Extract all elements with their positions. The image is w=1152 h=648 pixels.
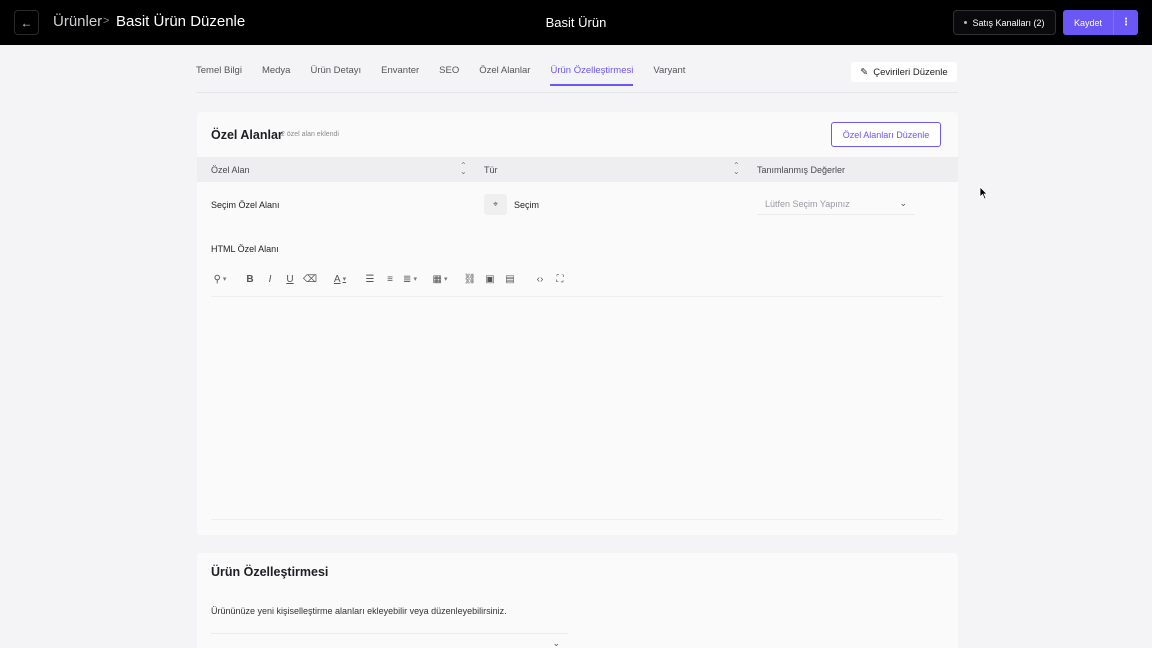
tab-varyant[interactable]: Varyant — [653, 64, 685, 86]
edit-translations-label: Çevirileri Düzenle — [873, 66, 948, 78]
image-icon[interactable]: ▣ — [481, 270, 499, 288]
save-label: Kaydet — [1073, 17, 1103, 28]
sales-channels-label: Satış Kanalları (2) — [972, 17, 1045, 28]
tab-temel-bilgi[interactable]: Temel Bilgi — [196, 64, 242, 86]
custom-fields-card: Özel Alanlar 2 özel alan eklendi Özel Al… — [197, 112, 958, 535]
vertical-dots-icon[interactable]: ⋮ — [1113, 10, 1138, 35]
field-name: Seçim Özel Alanı — [211, 200, 280, 210]
tab-urun-ozellestirmesi[interactable]: Ürün Özelleştirmesi — [550, 64, 633, 86]
html-editor-area[interactable] — [211, 296, 943, 520]
editor-toolbar: ⚲ ▾ B I U ⌫ A ▾ ☰ ≡ ≣ ▾ ▦ ▾ ⛓ ▣ ▤ ‹› ⛶ — [211, 268, 941, 290]
tab-bar: Temel Bilgi Medya Ürün Detayı Envanter S… — [196, 64, 705, 88]
customization-dropdown[interactable]: ⌄ — [211, 633, 568, 648]
customization-title: Ürün Özelleştirmesi — [211, 565, 329, 579]
custom-fields-title: Özel Alanlar — [211, 128, 283, 142]
tab-ozel-alanlar[interactable]: Özel Alanlar — [479, 64, 530, 86]
chevron-down-icon: ⌄ — [552, 638, 560, 648]
tab-urun-detayi[interactable]: Ürün Detayı — [310, 64, 361, 86]
cursor-click-icon: ⌖ — [484, 194, 507, 215]
link-icon[interactable]: ⛓ — [461, 270, 479, 288]
table-header: Özel Alan ⌃ ⌄ Tür ⌃ ⌄ Tanımlanmış Değerler — [197, 157, 958, 182]
magic-wand-icon[interactable]: ⚲ ▾ — [211, 270, 229, 288]
column-header-field[interactable]: Özel Alan — [211, 165, 250, 175]
dot-icon — [964, 21, 968, 24]
sort-icon[interactable]: ⌃ ⌄ — [733, 162, 740, 176]
field-type: Seçim — [514, 200, 540, 210]
pencil-icon: ✎ — [860, 66, 869, 78]
underline-icon[interactable]: U — [281, 270, 299, 288]
customization-card: Ürün Özelleştirmesi Ürününüze yeni kişis… — [197, 553, 958, 648]
mouse-cursor-icon — [979, 186, 988, 200]
tab-envanter[interactable]: Envanter — [381, 64, 419, 86]
eraser-icon[interactable]: ⌫ — [301, 270, 319, 288]
italic-icon[interactable]: I — [261, 270, 279, 288]
select-placeholder: Lütfen Seçim Yapınız — [765, 199, 850, 209]
table-icon[interactable]: ▦ ▾ — [431, 270, 449, 288]
video-icon[interactable]: ▤ — [501, 270, 519, 288]
custom-fields-subtitle: 2 özel alan eklendi — [281, 131, 339, 138]
divider — [196, 92, 958, 93]
code-icon[interactable]: ‹› — [531, 270, 549, 288]
fullscreen-icon[interactable]: ⛶ — [551, 270, 569, 288]
text-color-icon[interactable]: A ▾ — [331, 270, 349, 288]
numbered-list-icon[interactable]: ≡ — [381, 270, 399, 288]
column-header-type[interactable]: Tür — [484, 165, 498, 175]
select-field-dropdown[interactable]: Lütfen Seçim Yapınız ⌄ — [757, 193, 915, 215]
field-name: HTML Özel Alanı — [211, 244, 279, 254]
bullet-list-icon[interactable]: ☰ — [361, 270, 379, 288]
tab-medya[interactable]: Medya — [262, 64, 291, 86]
column-header-values[interactable]: Tanımlanmış Değerler — [757, 165, 845, 175]
sort-icon[interactable]: ⌃ ⌄ — [460, 162, 467, 176]
top-bar: ← Ürünler > Basit Ürün Düzenle Basit Ürü… — [0, 0, 1152, 45]
align-icon[interactable]: ≣ ▾ — [401, 270, 419, 288]
sales-channels-button[interactable]: Satış Kanalları (2) — [953, 10, 1056, 35]
tab-seo[interactable]: SEO — [439, 64, 459, 86]
save-button[interactable]: Kaydet ⋮ — [1063, 10, 1138, 35]
customization-description: Ürününüze yeni kişiselleştirme alanları … — [211, 606, 507, 616]
chevron-down-icon: ⌄ — [899, 198, 907, 208]
edit-translations-button[interactable]: ✎ Çevirileri Düzenle — [851, 62, 957, 82]
edit-custom-fields-button[interactable]: Özel Alanları Düzenle — [831, 122, 941, 147]
bold-icon[interactable]: B — [241, 270, 259, 288]
